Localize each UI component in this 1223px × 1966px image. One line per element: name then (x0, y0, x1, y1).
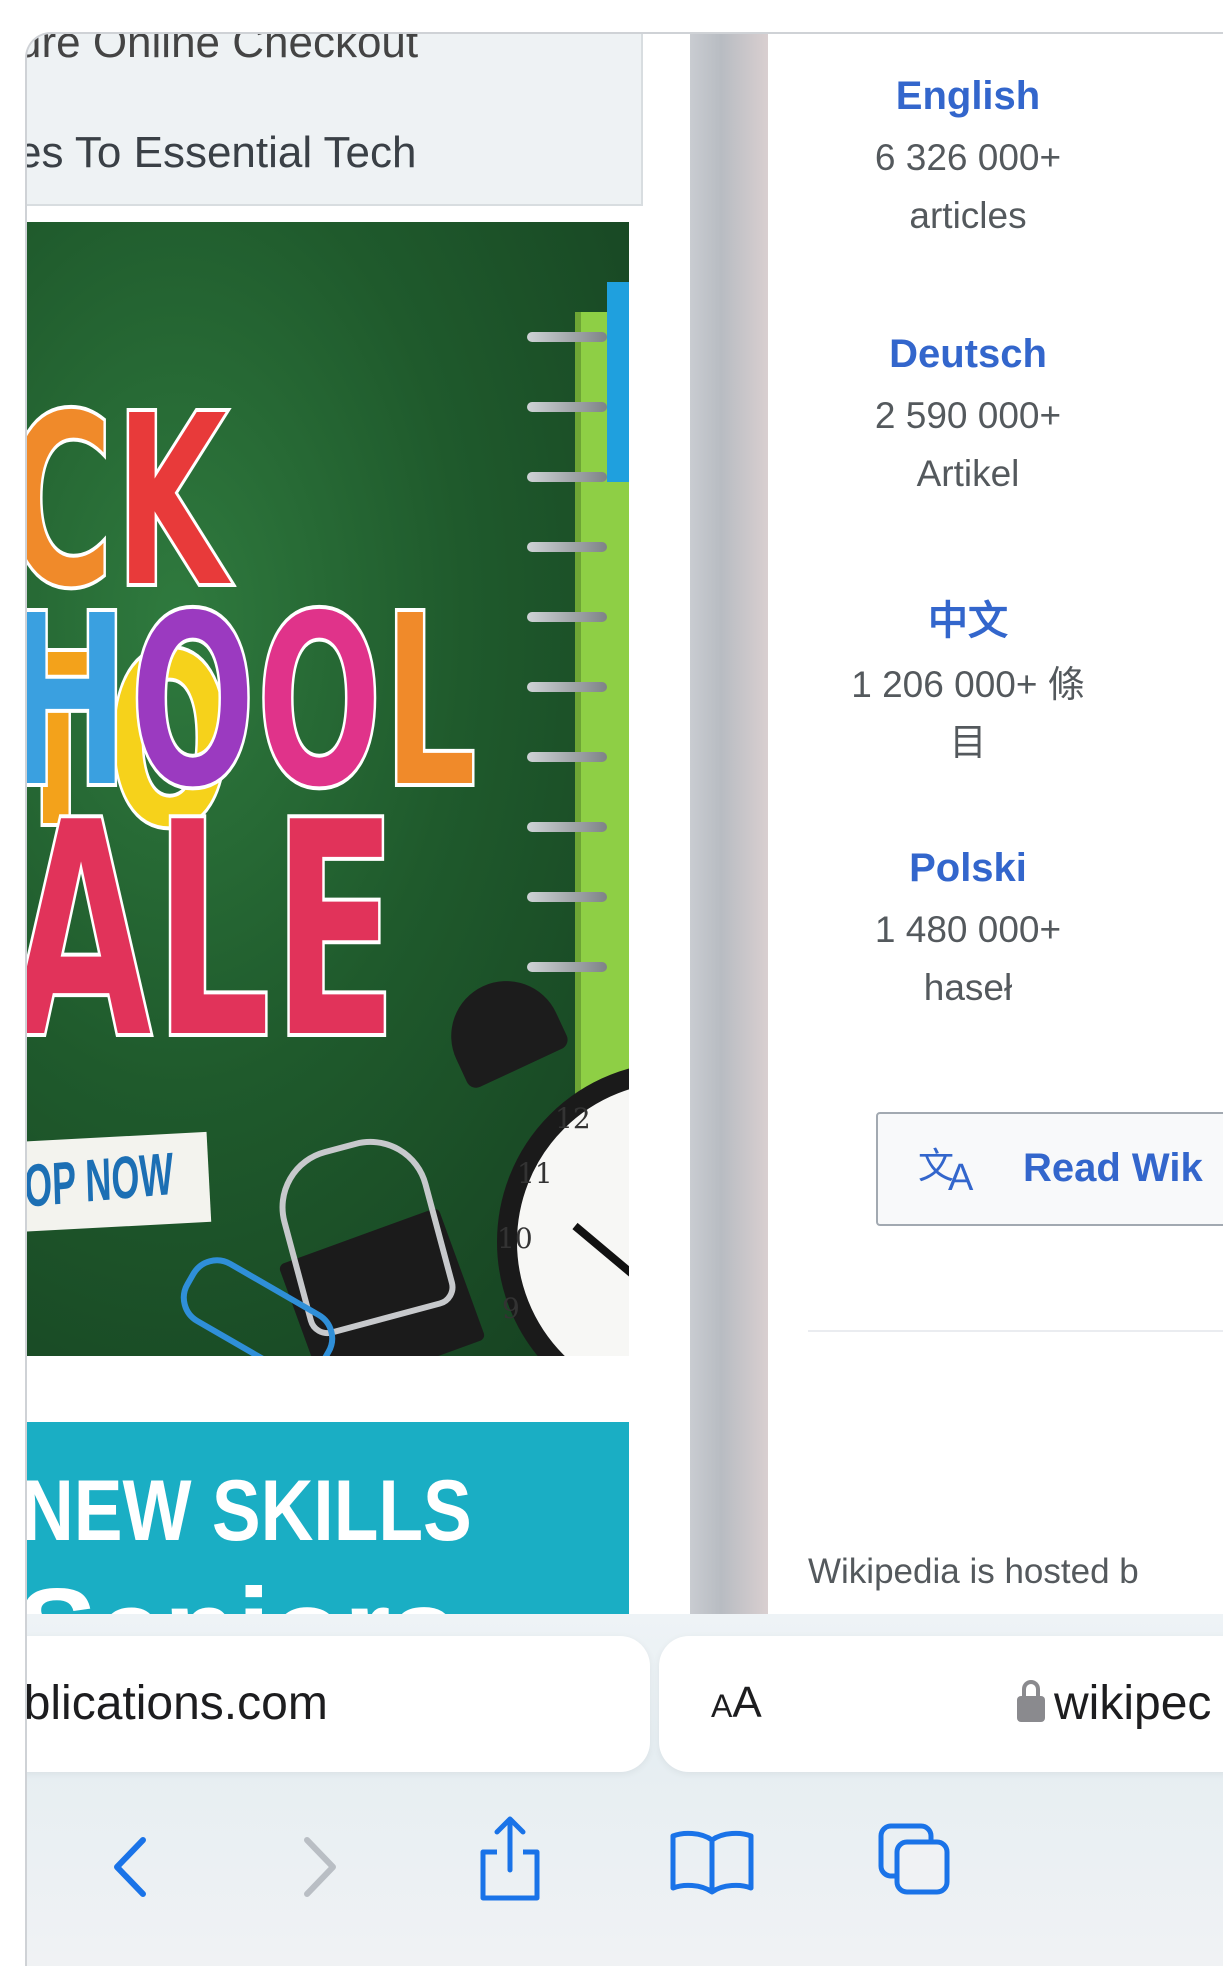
banner-headline-line3: ALE (27, 757, 400, 1106)
shop-now-label: OP NOW (27, 1139, 175, 1220)
article-count: 2 590 000+ (874, 395, 1062, 436)
back-icon[interactable] (105, 1832, 155, 1907)
split-view-divider[interactable] (690, 34, 768, 1614)
nav-link-secure-checkout[interactable]: ure Online Checkout (27, 34, 643, 100)
clock-number: 9 (502, 1292, 520, 1325)
alarm-clock-bell (433, 962, 571, 1092)
lock-icon (1017, 1680, 1045, 1722)
spiral-ring (527, 332, 607, 342)
spiral-ring (527, 402, 607, 412)
spiral-ring (527, 542, 607, 552)
seniors-headline: Seniors (27, 1562, 457, 1614)
nav-link-label: es To Essential Tech (27, 128, 417, 177)
share-icon[interactable] (475, 1814, 545, 1909)
article-unit: articles (909, 195, 1027, 236)
address-bar-url: wikipec (1054, 1677, 1212, 1730)
spiral-ring (527, 682, 607, 692)
article-count: 1 480 000+ (874, 909, 1062, 950)
language-name: Deutsch (889, 332, 1047, 376)
article-unit: haseł (923, 967, 1013, 1008)
forward-icon[interactable] (295, 1832, 345, 1907)
safari-bottom-toolbar: ublications.com AA wikipec (27, 1614, 1223, 1966)
spiral-ring (527, 612, 607, 622)
translate-icon: 文 A (918, 1140, 988, 1201)
language-name: Polski (909, 846, 1027, 890)
spiral-ring (527, 822, 607, 832)
new-skills-headline: NEW SKILLS (27, 1463, 472, 1559)
tabs-icon[interactable] (875, 1820, 955, 1905)
article-unit: 目 (949, 722, 987, 763)
spiral-ring (527, 472, 607, 482)
reader-text-size-button[interactable]: AA (711, 1678, 762, 1728)
language-link-polski[interactable]: Polski 1 480 000+ haseł (768, 846, 1168, 1017)
language-link-english[interactable]: English 6 326 000+ articles (768, 74, 1168, 245)
language-name: English (895, 74, 1041, 118)
nav-link-label: ure Online Checkout (27, 34, 419, 67)
section-divider (808, 1330, 1223, 1332)
clock-number: 11 (517, 1157, 553, 1190)
hosted-by-footer-text: Wikipedia is hosted b (808, 1552, 1139, 1591)
browser-window: ure Online Checkout es To Essential Tech… (25, 32, 1223, 1966)
svg-text:A: A (948, 1157, 974, 1196)
spiral-ring (527, 752, 607, 762)
back-to-school-sale-banner[interactable]: CK TO HOOL ALE OP NOW 12 11 10 9 (27, 222, 629, 1356)
right-tab-content[interactable]: English 6 326 000+ articles Deutsch 2 59… (768, 34, 1223, 1614)
language-link-deutsch[interactable]: Deutsch 2 590 000+ Artikel (768, 332, 1168, 503)
spiral-ring (527, 962, 607, 972)
spiral-ring (527, 892, 607, 902)
bookmarks-icon[interactable] (667, 1826, 757, 1901)
article-unit: Artikel (916, 453, 1020, 494)
address-bar-url: ublications.com (25, 1677, 328, 1730)
notebook-graphic-blue (607, 282, 629, 482)
clock-number: 12 (555, 1102, 591, 1135)
language-link-chinese[interactable]: 中文 1 206 000+ 條 目 (768, 588, 1168, 772)
article-count: 6 326 000+ (874, 137, 1062, 178)
read-button-label: Read Wik (1023, 1146, 1203, 1190)
address-bar-right[interactable]: AA wikipec (659, 1636, 1223, 1772)
language-name: 中文 (928, 599, 1008, 643)
left-tab-content[interactable]: ure Online Checkout es To Essential Tech… (27, 34, 690, 1614)
clock-number: 10 (497, 1222, 533, 1255)
address-bar-left[interactable]: ublications.com (25, 1636, 650, 1772)
nav-link-essential-tech[interactable]: es To Essential Tech (27, 98, 643, 206)
article-count: 1 206 000+ 條 (851, 664, 1085, 705)
new-skills-banner[interactable]: NEW SKILLS Seniors (27, 1422, 629, 1614)
read-wikipedia-in-your-language-button[interactable]: 文 A Read Wik (876, 1112, 1223, 1226)
